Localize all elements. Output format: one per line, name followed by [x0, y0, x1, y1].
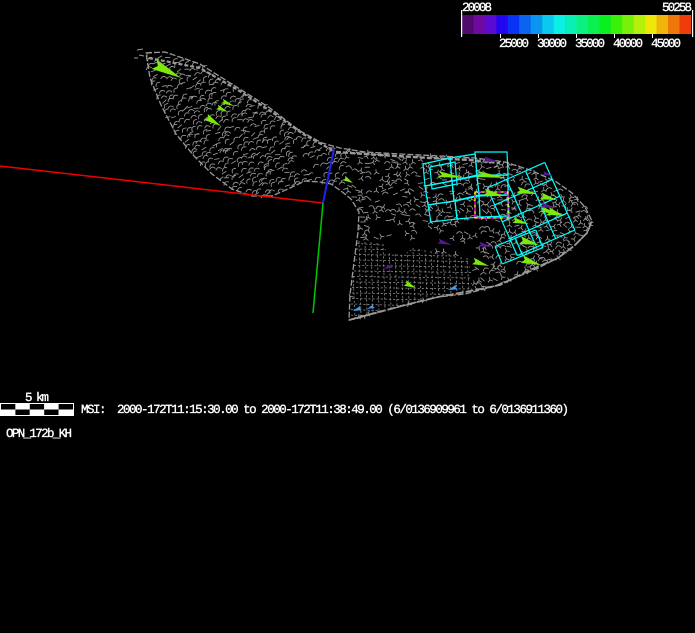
- svg-text:45000: 45000: [651, 37, 681, 51]
- svg-text:40000: 40000: [613, 37, 643, 51]
- svg-text:25000: 25000: [499, 37, 529, 51]
- svg-text:35000: 35000: [575, 37, 605, 51]
- svg-text:30000: 30000: [537, 37, 567, 51]
- svg-text:20008: 20008: [462, 1, 492, 15]
- svg-text:OPN_172b_KH: OPN_172b_KH: [6, 427, 72, 441]
- svg-text:50258: 50258: [662, 1, 692, 15]
- svg-text:MSI: 2000-172T11:15:30.00 to: MSI: 2000-172T11:15:30.00 to 2000-172T11…: [81, 403, 569, 417]
- svg-text:5 km: 5 km: [25, 391, 49, 405]
